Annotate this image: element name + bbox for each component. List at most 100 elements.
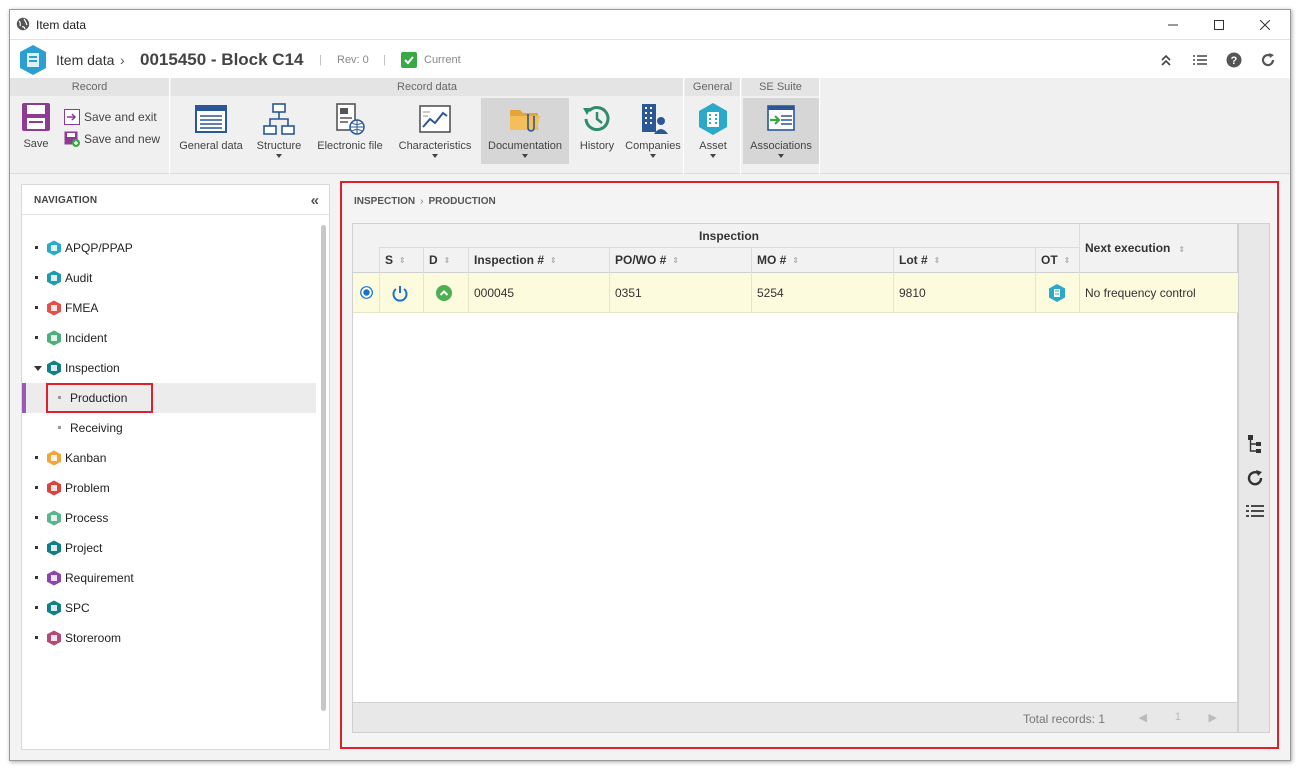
status-label: Current [424, 54, 461, 66]
double-chevron-up-icon [1161, 54, 1171, 66]
documentation-label: Documentation [488, 140, 562, 152]
grid-refresh-button[interactable] [1245, 468, 1265, 488]
sidebar-item-receiving[interactable]: Receiving [22, 413, 316, 443]
column-header-s[interactable]: S ⇕ [379, 248, 423, 273]
navigation-header: NAVIGATION « [22, 185, 329, 215]
sidebar-item-label: SPC [65, 601, 90, 615]
lot-cell: 9810 [893, 273, 1035, 313]
associations-button[interactable]: Associations [743, 98, 819, 164]
bullet-icon [35, 276, 38, 279]
requirement-icon [47, 570, 61, 586]
sidebar-item-label: Process [65, 511, 109, 525]
ribbon-group-title: Record data [171, 78, 683, 96]
bullet-icon [35, 606, 38, 609]
sidebar-item-inspection[interactable]: Inspection [22, 353, 316, 383]
history-button[interactable]: History [573, 98, 621, 164]
column-header-mo[interactable]: MO # ⇕ [751, 248, 893, 273]
bullet-icon [58, 426, 61, 429]
page-number: 1 [1174, 711, 1181, 723]
record-header: Item data › 0015450 - Block C14 | Rev: 0… [10, 40, 1290, 78]
minimize-button[interactable] [1150, 10, 1196, 40]
bullet-icon [35, 456, 38, 459]
companies-label: Companies [625, 140, 681, 152]
list-icon [1246, 505, 1264, 517]
dropdown-arrow-icon [432, 154, 438, 158]
column-header-d[interactable]: D ⇕ [423, 248, 468, 273]
sidebar-item-incident[interactable]: Incident [22, 323, 316, 353]
column-header-po-wo[interactable]: PO/WO # ⇕ [609, 248, 751, 273]
sidebar-item-label: Problem [65, 481, 110, 495]
asset-button[interactable]: Asset [687, 98, 739, 164]
sidebar-item-label: Requirement [65, 571, 134, 585]
history-icon [583, 106, 610, 132]
companies-button[interactable]: Companies [625, 98, 681, 164]
grid-header: Inspection S ⇕ D ⇕ Inspection # ⇕ PO/WO # ⇕ … [353, 224, 1237, 273]
dropdown-arrow-icon [778, 154, 784, 158]
bullet-icon [35, 486, 38, 489]
electronic-file-icon [336, 103, 365, 135]
breadcrumb-item[interactable]: INSPECTION [354, 196, 415, 207]
total-records: Total records: 1 [1022, 712, 1105, 726]
column-header-lot[interactable]: Lot # ⇕ [893, 248, 1035, 273]
sidebar-item-kanban[interactable]: Kanban [22, 443, 316, 473]
row-radio-button[interactable] [353, 273, 379, 313]
dropdown-arrow-icon [710, 154, 716, 158]
table-row[interactable]: 000045 0351 5254 9810 No frequency contr… [353, 273, 1239, 313]
column-header-inspection-number[interactable]: Inspection # ⇕ [468, 248, 609, 273]
next-page-button[interactable]: ▶ [1209, 711, 1217, 724]
sort-icon: ⇕ [550, 256, 557, 266]
sidebar-item-audit[interactable]: Audit [22, 263, 316, 293]
column-header-ot[interactable]: OT ⇕ [1035, 248, 1079, 273]
object-type-icon [1049, 284, 1065, 302]
characteristics-button[interactable]: Characteristics [393, 98, 477, 164]
sidebar-item-label: FMEA [65, 301, 99, 315]
electronic-file-button[interactable]: Electronic file [311, 98, 389, 164]
structure-button[interactable]: Structure [251, 98, 307, 164]
tree-view-button[interactable] [1245, 434, 1265, 454]
maximize-button[interactable] [1196, 10, 1242, 40]
collapse-panel-icon[interactable]: « [311, 192, 319, 209]
sidebar-item-project[interactable]: Project [22, 533, 316, 563]
collapse-header-button[interactable] [1156, 50, 1176, 70]
navigation-scrollbar[interactable] [321, 225, 326, 711]
grid-list-button[interactable] [1245, 502, 1265, 522]
fmea-icon [47, 300, 61, 316]
list-icon [1193, 55, 1207, 65]
sidebar-item-problem[interactable]: Problem [22, 473, 316, 503]
sort-icon: ⇕ [792, 256, 800, 266]
sidebar-item-fmea[interactable]: FMEA [22, 293, 316, 323]
general-data-button[interactable]: General data [175, 98, 247, 164]
caret-down-icon[interactable] [34, 366, 42, 371]
ribbon-group-record: Record Save Save and exit Save and new [10, 78, 170, 174]
audit-icon [47, 270, 61, 286]
maximize-icon [1214, 20, 1224, 30]
column-header-next-execution[interactable]: Next execution ⇕ [1079, 224, 1239, 273]
sidebar-item-spc[interactable]: SPC [22, 593, 316, 623]
close-button[interactable] [1242, 10, 1288, 40]
sidebar-item-process[interactable]: Process [22, 503, 316, 533]
ribbon-group-title: General [685, 78, 740, 96]
folder-attachment-icon [510, 110, 540, 132]
companies-icon [642, 104, 668, 134]
save-button[interactable]: Save [14, 98, 58, 164]
sidebar-item-apqp-ppap[interactable]: APQP/PPAP [22, 233, 316, 263]
sidebar-item-storeroom[interactable]: Storeroom [22, 623, 316, 653]
chevron-up-circle-icon [436, 285, 452, 301]
deadline-cell [423, 273, 468, 313]
help-button[interactable]: ? [1224, 50, 1244, 70]
bullet-icon [35, 336, 38, 339]
sidebar-item-label: Incident [65, 331, 108, 345]
refresh-button[interactable] [1258, 50, 1278, 70]
previous-page-button[interactable]: ◀ [1139, 711, 1147, 724]
item-logo-icon [20, 45, 46, 75]
close-icon [1260, 20, 1270, 30]
grid-side-toolbar [1238, 223, 1270, 733]
list-view-button[interactable] [1190, 50, 1210, 70]
po-wo-cell: 0351 [609, 273, 751, 313]
documentation-button[interactable]: Documentation [481, 98, 569, 164]
breadcrumb: INSPECTION › PRODUCTION [354, 196, 496, 207]
svg-text:?: ? [1231, 55, 1238, 67]
header-crumb[interactable]: Item data [56, 52, 114, 68]
sort-icon: ⇕ [1178, 245, 1186, 254]
sidebar-item-requirement[interactable]: Requirement [22, 563, 316, 593]
